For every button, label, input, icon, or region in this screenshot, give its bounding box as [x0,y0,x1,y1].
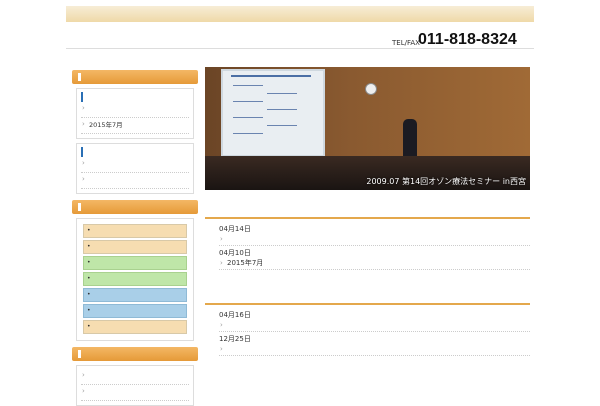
site-header: TEL/FAX 011-818-8324 [66,22,534,49]
entry-date: 12月25日 [219,335,251,343]
box-title[interactable] [81,92,189,102]
info-section: 04月16日 12月25日 [205,288,530,356]
sidebar-link[interactable] [81,385,189,401]
sidebar-link[interactable] [81,173,189,189]
sidebar-section-header [72,347,198,361]
nav-button[interactable] [83,304,187,318]
page: TEL/FAX 011-818-8324 2015年7月 [0,0,600,406]
bullet-icon [78,203,81,211]
entry-link[interactable] [219,344,530,356]
phone-number: 011-818-8324 [418,31,517,48]
hero-caption: 2009.07 第14回オゾン療法セミナー in西宮 [366,177,526,186]
sidebar-link[interactable] [81,102,189,118]
nav-button[interactable] [83,272,187,286]
sidebar-section-header [72,200,198,214]
top-strip [66,6,534,23]
main-content: 2009.07 第14回オゾン療法セミナー in西宮 04月14日 04月10日… [205,67,530,356]
sidebar-link[interactable] [81,157,189,173]
wall-clock [365,83,377,95]
sidebar-link[interactable] [81,369,189,385]
nav-button[interactable] [83,320,187,334]
sidebar-link[interactable]: 2015年7月 [81,118,189,134]
seminar-section: 04月14日 04月10日 2015年7月 [205,202,530,270]
entry-link[interactable] [219,234,530,246]
entry-link[interactable]: 2015年7月 [219,258,530,270]
bullet-icon [78,73,81,81]
entry-date: 04月16日 [219,311,251,319]
nav-button[interactable] [83,224,187,238]
box-title[interactable] [81,147,189,157]
tel-label: TEL/FAX [392,39,420,47]
section-title [205,202,530,219]
nav-button[interactable] [83,288,187,302]
sidebar-box-seminar: 2015年7月 [76,88,194,139]
nav-button[interactable] [83,256,187,270]
entry-date: 04月10日 [219,249,251,257]
projector-screen [221,69,325,157]
bullet-icon [78,350,81,358]
hero-image: 2009.07 第14回オゾン療法セミナー in西宮 [205,67,530,190]
speaker-figure [403,119,417,157]
section-title [205,288,530,305]
sidebar-section-header [72,70,198,84]
sidebar: 2015年7月 [72,70,198,406]
entry-date: 04月14日 [219,225,251,233]
sidebar-box-info [76,143,194,194]
nav-button[interactable] [83,240,187,254]
entry-link[interactable] [219,320,530,332]
sidebar-nav [76,218,194,341]
